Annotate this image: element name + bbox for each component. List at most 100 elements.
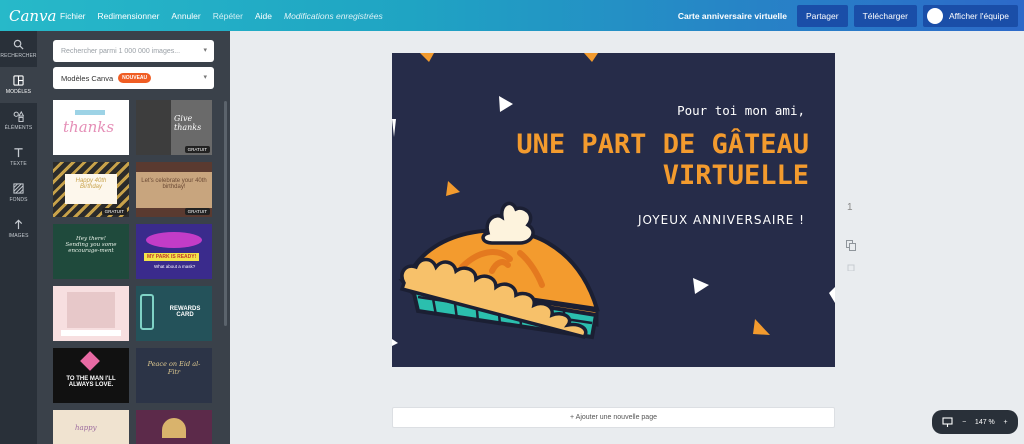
template-thumbnail[interactable]: REWARDS CARD	[136, 286, 212, 341]
thumb-decor	[140, 294, 154, 330]
thumb-subtext: What about a mask?	[154, 264, 196, 269]
thumb-decor	[75, 110, 105, 115]
thumb-text: Let's celebrate your 40th birthday!	[136, 172, 212, 208]
card-headline[interactable]: UNE PART DE GÂTEAU VIRTUELLE	[516, 129, 809, 191]
menu-resize[interactable]: Redimensionner	[92, 11, 166, 21]
rail-backgrounds-label: FONDS	[9, 197, 28, 203]
thumb-text: Peace on Eid al-Fitr	[147, 360, 201, 376]
templates-icon	[13, 75, 24, 86]
template-thumbnail[interactable]: Hey there! Sending you some encourage-me…	[53, 224, 129, 279]
thumb-text: REWARDS CARD	[169, 306, 201, 318]
card-subtitle[interactable]: JOYEUX ANNIVERSAIRE !	[638, 213, 805, 227]
menu-help[interactable]: Aide	[249, 11, 278, 21]
confetti-triangle	[753, 319, 770, 335]
confetti-triangle	[392, 119, 396, 137]
chevron-down-icon: ▾	[203, 47, 207, 54]
rail-templates[interactable]: MODÈLES	[0, 67, 37, 103]
rail-templates-label: MODÈLES	[5, 89, 32, 95]
zoom-controls: − 147 % +	[932, 410, 1018, 434]
thumb-decor	[61, 330, 121, 336]
thumb-text: Hey there! Sending you some encourage-me…	[65, 236, 117, 254]
main-menu: Fichier Redimensionner Annuler Répéter A…	[54, 11, 389, 21]
rail-text[interactable]: TEXTE	[0, 139, 37, 175]
template-thumbnail[interactable]: MY PARK IS READY! What about a mask?	[136, 224, 212, 279]
text-icon	[14, 148, 23, 158]
present-icon[interactable]	[942, 417, 953, 427]
rail-elements[interactable]: ÉLÉMENTS	[0, 103, 37, 139]
confetti-triangle	[420, 53, 434, 62]
rail-images-label: IMAGES	[8, 233, 29, 239]
thumb-photo	[67, 292, 115, 328]
share-button[interactable]: Partager	[796, 4, 848, 27]
template-thumbnail[interactable]: Let's celebrate your 40th birthday! GRAT…	[136, 162, 212, 217]
search-icon	[13, 39, 24, 50]
dropdown-label: Modèles Canva	[61, 73, 114, 83]
confetti-triangle	[693, 278, 709, 294]
thumb-text: Give thanks	[174, 114, 202, 132]
pie-slice-illustration	[398, 201, 600, 340]
page-number: 1	[847, 202, 853, 213]
confetti-triangle	[392, 339, 398, 346]
design-canvas[interactable]: Pour toi mon ami, UNE PART DE GÂTEAU VIR…	[392, 53, 835, 367]
rail-search[interactable]: RECHERCHER	[0, 31, 37, 67]
confetti-triangle	[829, 287, 835, 303]
template-source-dropdown[interactable]: Modèles Canva NOUVEAU ▾	[53, 67, 214, 89]
template-thumbnail[interactable]	[136, 410, 212, 444]
rail-elements-label: ÉLÉMENTS	[4, 125, 33, 131]
card-decorations	[392, 53, 835, 346]
upload-icon	[14, 219, 23, 230]
thumb-mask	[146, 232, 202, 248]
canva-logo[interactable]: Canva	[9, 7, 57, 25]
template-thumbnail[interactable]	[53, 286, 129, 341]
download-button[interactable]: Télécharger	[853, 4, 917, 27]
free-badge: GRATUIT	[184, 146, 210, 153]
menu-undo[interactable]: Annuler	[165, 11, 206, 21]
chevron-down-icon: ▾	[203, 74, 207, 81]
thumb-text: thanks	[63, 118, 115, 136]
template-thumbnail[interactable]: thanks	[53, 100, 129, 155]
confetti-triangle	[499, 96, 513, 112]
template-thumbnail[interactable]: Happy 40th Birthday GRATUIT	[53, 162, 129, 217]
backgrounds-icon	[13, 183, 24, 194]
thumb-text: TO THE MAN I'LL ALWAYS LOVE.	[66, 376, 116, 388]
search-placeholder: Rechercher parmi 1 000 000 images...	[61, 47, 181, 55]
template-thumbnail[interactable]: Peace on Eid al-Fitr	[136, 348, 212, 403]
confetti-triangle	[584, 53, 598, 62]
template-thumbnail[interactable]: happy	[53, 410, 129, 444]
card-greeting[interactable]: Pour toi mon ami,	[677, 103, 805, 118]
add-page-button[interactable]: + Ajouter une nouvelle page	[392, 407, 835, 428]
delete-page-icon[interactable]	[847, 263, 855, 271]
panel-scrollbar[interactable]	[224, 101, 227, 326]
rail-text-label: TEXTE	[10, 161, 27, 167]
menu-file[interactable]: Fichier	[54, 11, 92, 21]
free-badge: GRATUIT	[184, 208, 210, 215]
show-team-label: Afficher l'équipe	[948, 10, 1009, 21]
templates-panel: Rechercher parmi 1 000 000 images... ▾ M…	[37, 31, 230, 444]
template-thumbnail[interactable]: Give thanks GRATUIT	[136, 100, 212, 155]
confetti-triangle	[446, 181, 460, 196]
editor-workspace: Pour toi mon ami, UNE PART DE GÂTEAU VIR…	[230, 31, 1024, 444]
rail-images[interactable]: IMAGES	[0, 211, 37, 247]
thumb-photo	[136, 100, 171, 155]
side-rail: RECHERCHER MODÈLES ÉLÉMENTS TEXTE FONDS …	[0, 31, 37, 444]
show-team-button[interactable]: Afficher l'équipe	[922, 4, 1018, 27]
duplicate-page-icon[interactable]	[846, 240, 856, 252]
free-badge: GRATUIT	[101, 208, 127, 215]
elements-icon	[13, 111, 24, 122]
rail-search-label: RECHERCHER	[0, 53, 37, 59]
document-title[interactable]: Carte anniversaire virtuelle	[678, 11, 787, 21]
thumb-decor	[162, 418, 186, 438]
thumb-text: Happy 40th Birthday	[65, 174, 117, 204]
zoom-out-button[interactable]: −	[962, 419, 966, 426]
zoom-level[interactable]: 147 %	[975, 419, 995, 426]
new-badge: NOUVEAU	[118, 73, 152, 83]
save-status: Modifications enregistrées	[284, 10, 383, 21]
template-thumbnail[interactable]: TO THE MAN I'LL ALWAYS LOVE.	[53, 348, 129, 403]
thumb-text: MY PARK IS READY!	[144, 253, 200, 261]
menu-redo[interactable]: Répéter	[207, 11, 249, 21]
zoom-in-button[interactable]: +	[1004, 419, 1008, 426]
avatar	[926, 7, 943, 24]
top-bar: Canva Fichier Redimensionner Annuler Rép…	[0, 0, 1024, 31]
rail-backgrounds[interactable]: FONDS	[0, 175, 37, 211]
image-search-input[interactable]: Rechercher parmi 1 000 000 images... ▾	[53, 40, 214, 62]
